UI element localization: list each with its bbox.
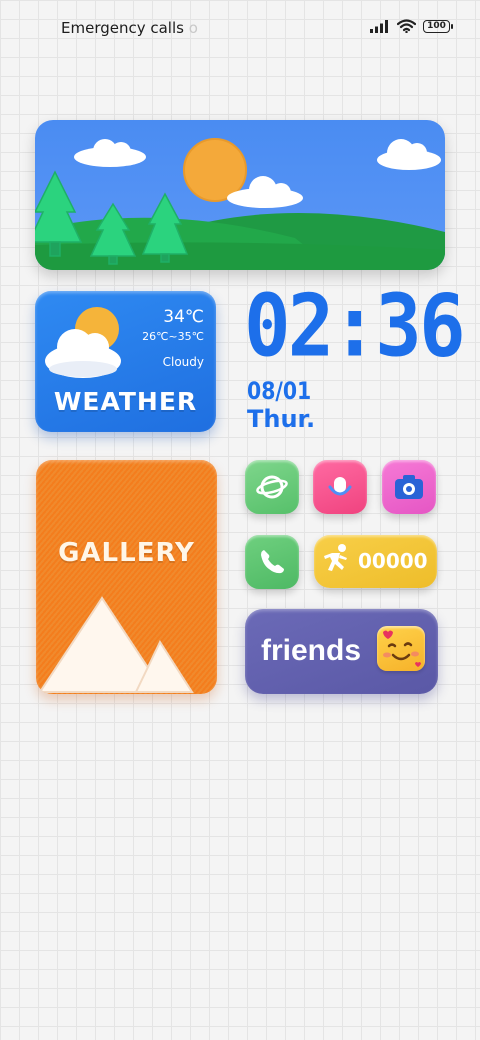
status-icons: 100 [370, 19, 453, 33]
clock-day: Thur. [247, 405, 316, 433]
cloud-icon [74, 139, 146, 167]
cloudy-weather-icon [45, 307, 121, 378]
carrier-text-fade: o [188, 19, 198, 37]
weather-condition: Cloudy [162, 355, 204, 369]
landscape-illustration [35, 138, 445, 270]
browser-app[interactable] [245, 460, 299, 514]
recorder-app[interactable] [313, 460, 367, 514]
weather-range: 26℃~35℃ [142, 330, 204, 343]
signal-icon [370, 19, 388, 33]
cloud-icon [377, 139, 441, 170]
friends-widget[interactable]: friends [245, 609, 438, 694]
gallery-title: GALLERY [58, 538, 195, 568]
landscape-widget[interactable] [35, 120, 445, 270]
weather-widget[interactable]: 34℃ 26℃~35℃ Cloudy WEATHER [35, 291, 216, 432]
clock-time[interactable]: 02:36 [244, 283, 466, 369]
wifi-icon [397, 19, 416, 33]
mountains-icon [38, 596, 194, 693]
status-carrier: Emergency calls o [61, 19, 198, 37]
smiley-emoji-icon [377, 626, 425, 671]
phone-app[interactable] [245, 535, 299, 589]
recorder-icon [328, 477, 352, 496]
running-icon [324, 544, 347, 571]
battery-icon: 100 [423, 19, 453, 33]
clock-date: 08/01 [247, 377, 312, 405]
gallery-widget[interactable]: GALLERY [36, 460, 217, 694]
weather-title: WEATHER [53, 387, 198, 416]
browser-icon [256, 475, 288, 499]
steps-widget[interactable]: 00000 [314, 535, 437, 588]
carrier-text: Emergency calls [61, 19, 184, 37]
camera-icon [395, 475, 423, 499]
weather-temperature: 34℃ [163, 307, 204, 327]
camera-app[interactable] [382, 460, 436, 514]
steps-count: 00000 [358, 549, 428, 573]
friends-label: friends [261, 634, 362, 667]
phone-icon [261, 550, 284, 574]
